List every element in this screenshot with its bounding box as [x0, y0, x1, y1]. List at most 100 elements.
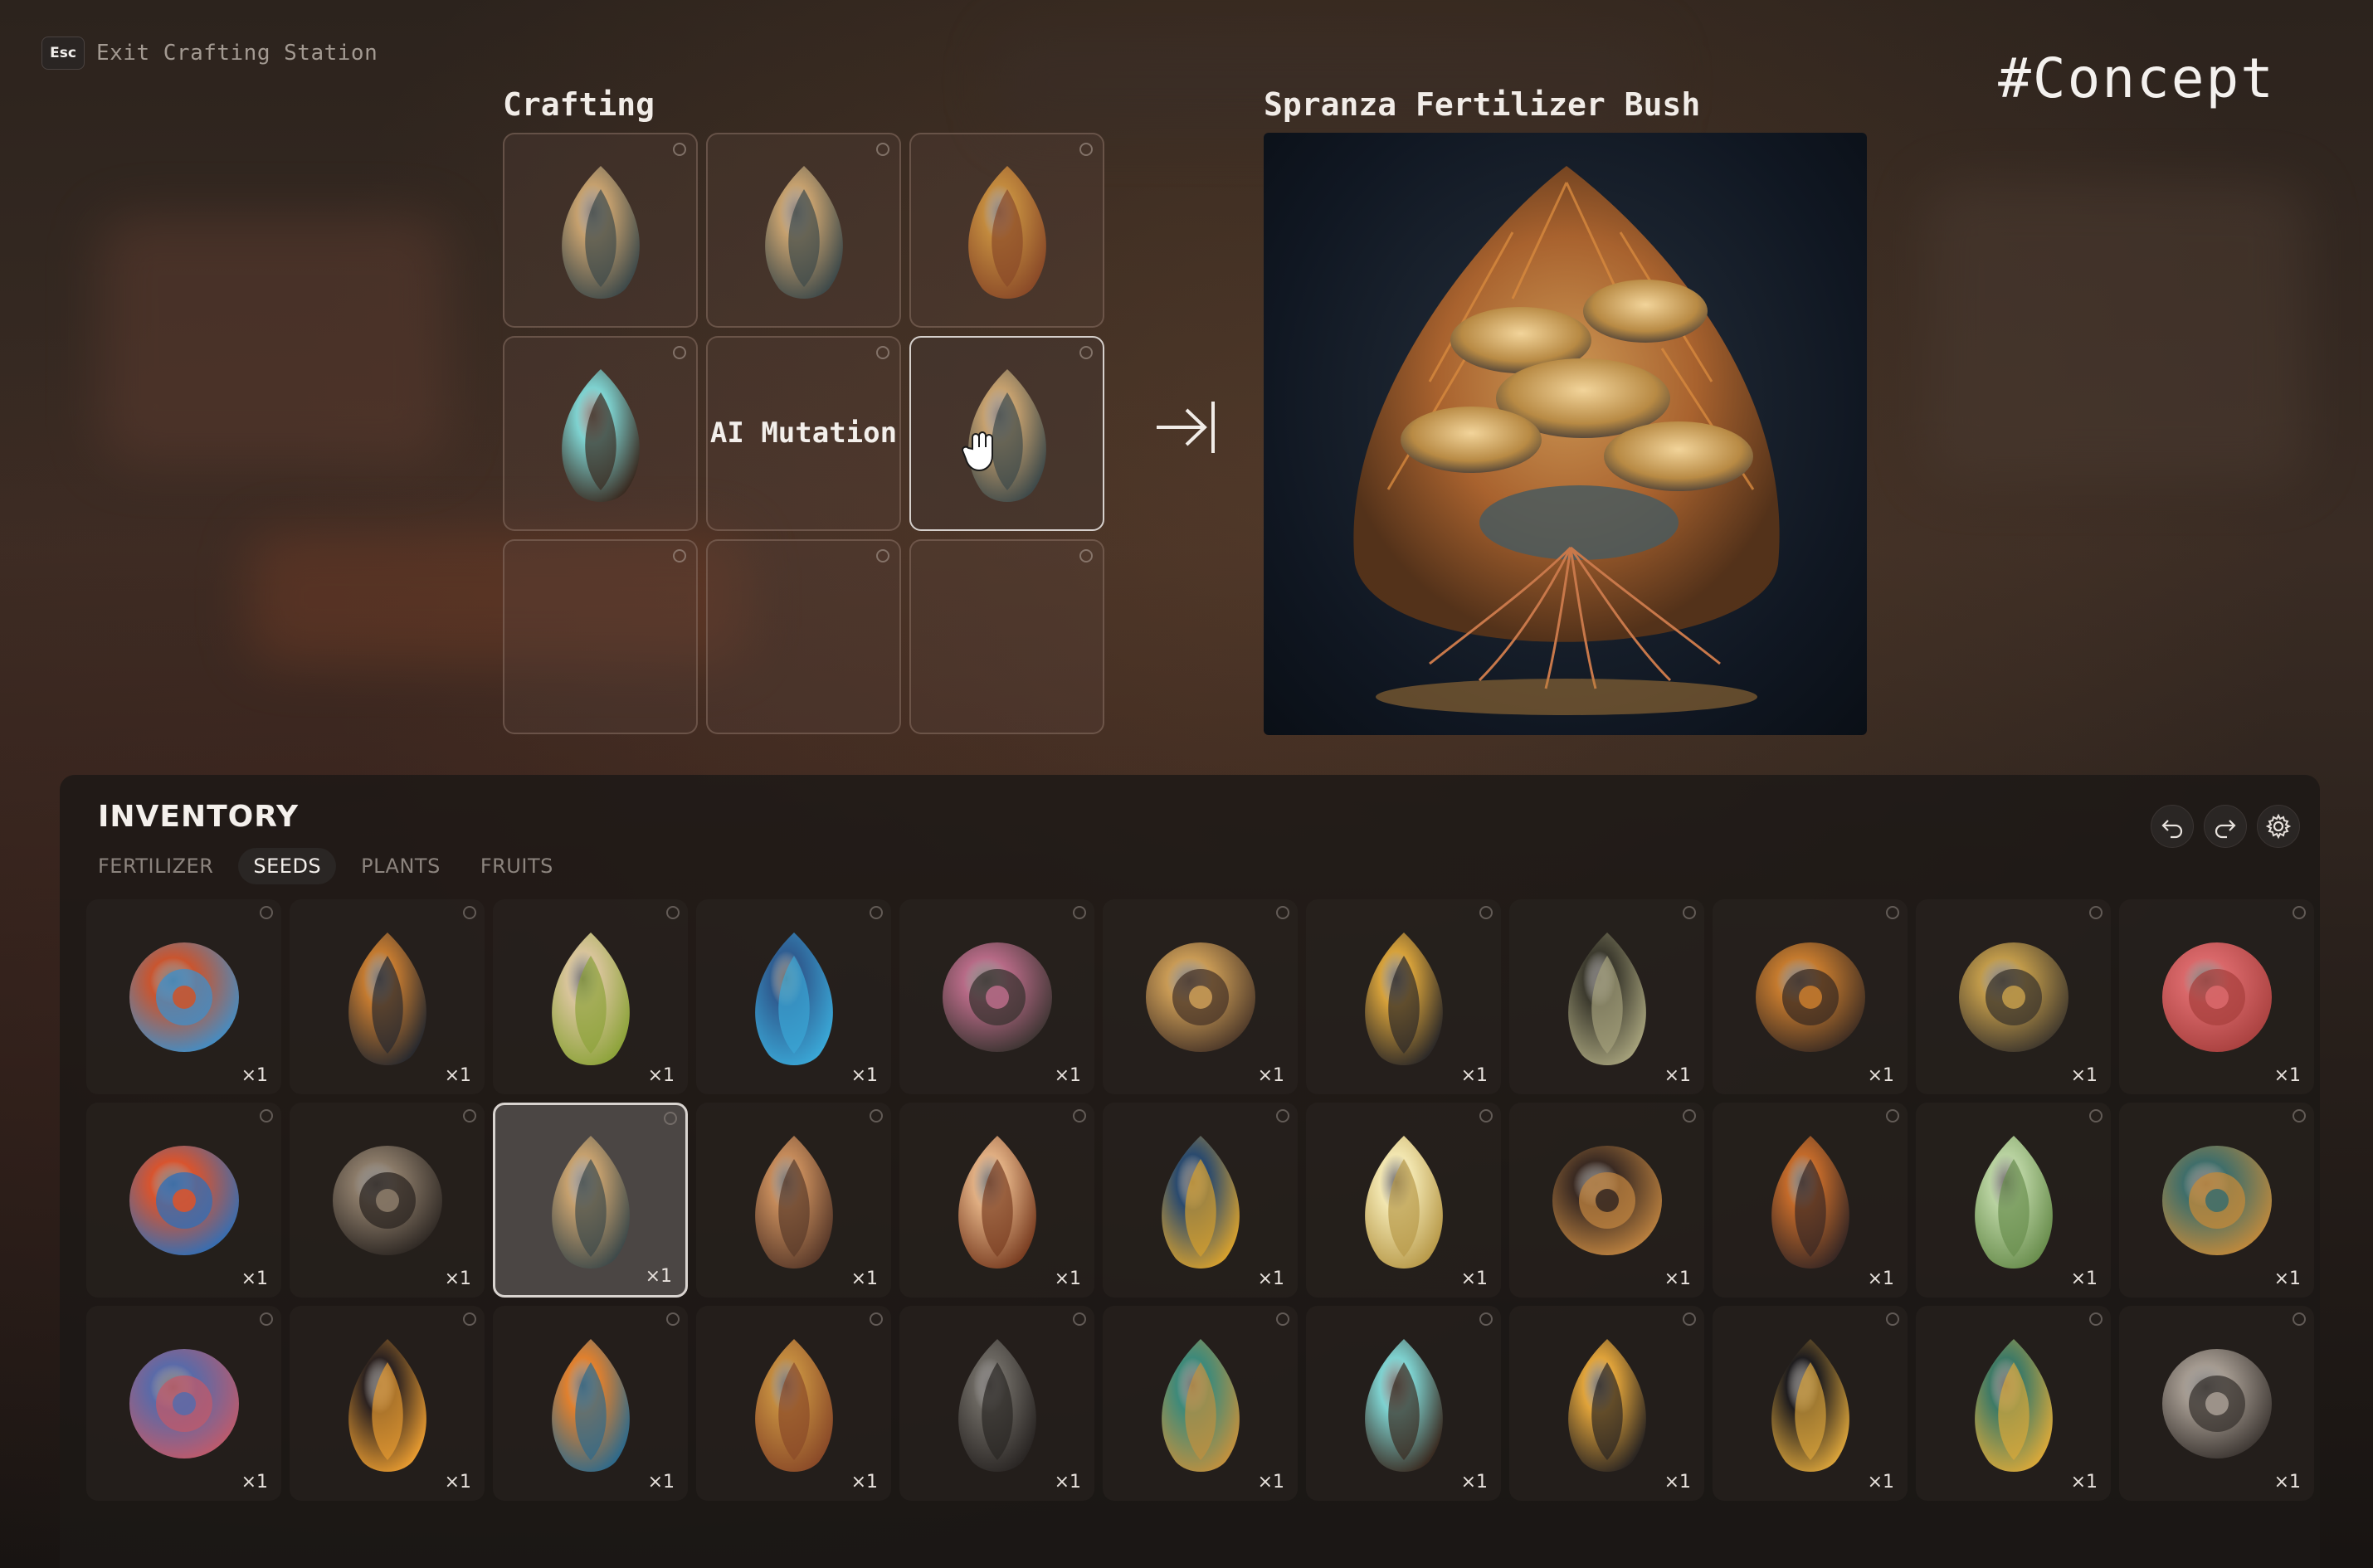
concept-tag: #Concept	[1998, 46, 2275, 110]
inventory-grid: ×1 ×1 ×1 ×1 ×1 ×1 ×1 ×1 ×1 ×1 ×1 ×1 ×1 ×1 ×1 ×1 ×1 ×1 ×1 ×1…	[86, 899, 2314, 1501]
item-quantity: ×1	[1054, 1472, 1081, 1493]
dark-spiky-seed-icon	[1552, 1145, 1662, 1255]
item-quantity: ×1	[1054, 1269, 1081, 1289]
inventory-item[interactable]: ×1	[1916, 899, 2111, 1094]
slot-indicator	[1683, 1312, 1696, 1326]
inventory-item[interactable]: ×1	[2119, 899, 2314, 1094]
item-quantity: ×1	[850, 1472, 878, 1493]
inventory-item[interactable]: ×1	[290, 1103, 485, 1298]
item-quantity: ×1	[444, 1472, 471, 1493]
crafting-slot[interactable]	[503, 336, 698, 531]
inventory-item[interactable]: ×1	[86, 899, 281, 1094]
undo-icon[interactable]	[2151, 805, 2194, 848]
inventory-item[interactable]: ×1	[696, 1103, 891, 1298]
open-pod-seed-icon	[957, 1135, 1036, 1269]
slot-indicator	[1079, 143, 1093, 156]
inventory-item[interactable]: ×1	[493, 1306, 688, 1501]
star-pattern-seed-icon	[754, 1135, 833, 1269]
inventory-tabs: FERTILIZER SEEDS PLANTS FRUITS	[98, 848, 568, 884]
item-quantity: ×1	[1664, 1269, 1691, 1289]
inventory-item[interactable]: ×1	[696, 899, 891, 1094]
crafting-slot[interactable]	[503, 539, 698, 734]
tulip-seed-icon	[561, 165, 640, 299]
slot-indicator	[1886, 1109, 1899, 1122]
item-quantity: ×1	[1867, 1065, 1894, 1086]
item-quantity: ×1	[444, 1065, 471, 1086]
inventory-item[interactable]: ×1	[1509, 899, 1704, 1094]
flame-drop-seed-icon	[348, 1338, 426, 1472]
tab-fertilizer[interactable]: FERTILIZER	[98, 848, 228, 884]
inventory-item[interactable]: ×1	[290, 899, 485, 1094]
exit-label: Exit Crafting Station	[96, 41, 378, 66]
crafting-slot[interactable]	[909, 336, 1104, 531]
slot-indicator	[673, 346, 686, 359]
inventory-item[interactable]: ×1	[86, 1103, 281, 1298]
crafting-slot[interactable]	[706, 133, 901, 328]
item-quantity: ×1	[1867, 1269, 1894, 1289]
crafting-slot[interactable]	[909, 133, 1104, 328]
crafting-title: Crafting	[503, 86, 655, 123]
inventory-item[interactable]: ×1	[1916, 1306, 2111, 1501]
slot-indicator	[2293, 1312, 2306, 1326]
item-quantity: ×1	[1460, 1065, 1488, 1086]
item-quantity: ×1	[647, 1472, 675, 1493]
inventory-item[interactable]: ×1	[1509, 1103, 1704, 1298]
slot-indicator	[1886, 1312, 1899, 1326]
result-title: Spranza Fertilizer Bush	[1264, 86, 1701, 123]
inventory-item[interactable]: ×1	[1103, 1103, 1298, 1298]
redo-icon[interactable]	[2204, 805, 2247, 848]
slot-indicator	[2089, 906, 2103, 919]
inventory-item[interactable]: ×1	[1916, 1103, 2111, 1298]
slot-indicator	[1079, 549, 1093, 562]
item-quantity: ×1	[1460, 1269, 1488, 1289]
settings-icon[interactable]	[2257, 805, 2300, 848]
item-quantity: ×1	[1257, 1472, 1284, 1493]
amber-glass-seed-icon	[348, 932, 426, 1065]
inventory-item[interactable]: ×1	[86, 1306, 281, 1501]
inventory-item[interactable]: ×1	[1306, 1306, 1501, 1501]
inventory-item[interactable]: ×1	[493, 1103, 688, 1298]
crafting-slot[interactable]	[909, 539, 1104, 734]
emerald-bead-seed-icon	[1974, 1338, 2053, 1472]
turquoise-pod-seed-icon	[1364, 1338, 1443, 1472]
inventory-item[interactable]: ×1	[899, 1103, 1094, 1298]
exit-crafting-button[interactable]: Esc Exit Crafting Station	[41, 37, 378, 70]
tab-plants[interactable]: PLANTS	[346, 848, 456, 884]
item-quantity: ×1	[2070, 1065, 2098, 1086]
speckled-heart-seed-icon	[129, 1348, 239, 1458]
inventory-item[interactable]: ×1	[2119, 1103, 2314, 1298]
inventory-item[interactable]: ×1	[899, 1306, 1094, 1501]
inventory-item[interactable]: ×1	[1509, 1306, 1704, 1501]
golden-burst-seed-icon	[1958, 942, 2068, 1052]
slot-indicator	[1079, 346, 1093, 359]
tab-fruits[interactable]: FRUITS	[465, 848, 568, 884]
inventory-item[interactable]: ×1	[1306, 899, 1501, 1094]
inventory-item[interactable]: ×1	[1713, 899, 1908, 1094]
slot-indicator	[1479, 906, 1493, 919]
inventory-item[interactable]: ×1	[1306, 1103, 1501, 1298]
slot-indicator	[876, 143, 889, 156]
tulip-seed-icon	[764, 165, 843, 299]
slot-indicator	[1276, 906, 1289, 919]
crafting-slot[interactable]	[706, 539, 901, 734]
inventory-item[interactable]: ×1	[1103, 899, 1298, 1094]
inventory-item[interactable]: ×1	[2119, 1306, 2314, 1501]
tab-seeds[interactable]: SEEDS	[238, 848, 337, 884]
crafting-slot[interactable]: AI Mutation	[706, 336, 901, 531]
slot-indicator	[876, 549, 889, 562]
item-quantity: ×1	[2070, 1472, 2098, 1493]
inventory-item[interactable]: ×1	[899, 899, 1094, 1094]
item-quantity: ×1	[1257, 1269, 1284, 1289]
tulip-seed-icon	[551, 1135, 630, 1269]
inventory-item[interactable]: ×1	[1103, 1306, 1298, 1501]
item-quantity: ×1	[850, 1269, 878, 1289]
inventory-item[interactable]: ×1	[493, 899, 688, 1094]
item-quantity: ×1	[2070, 1269, 2098, 1289]
inventory-item[interactable]: ×1	[696, 1306, 891, 1501]
inventory-item[interactable]: ×1	[1713, 1306, 1908, 1501]
crafting-slot[interactable]	[503, 133, 698, 328]
slot-indicator	[1073, 1312, 1086, 1326]
inventory-item[interactable]: ×1	[1713, 1103, 1908, 1298]
inventory-item[interactable]: ×1	[290, 1306, 485, 1501]
slot-indicator	[2293, 906, 2306, 919]
